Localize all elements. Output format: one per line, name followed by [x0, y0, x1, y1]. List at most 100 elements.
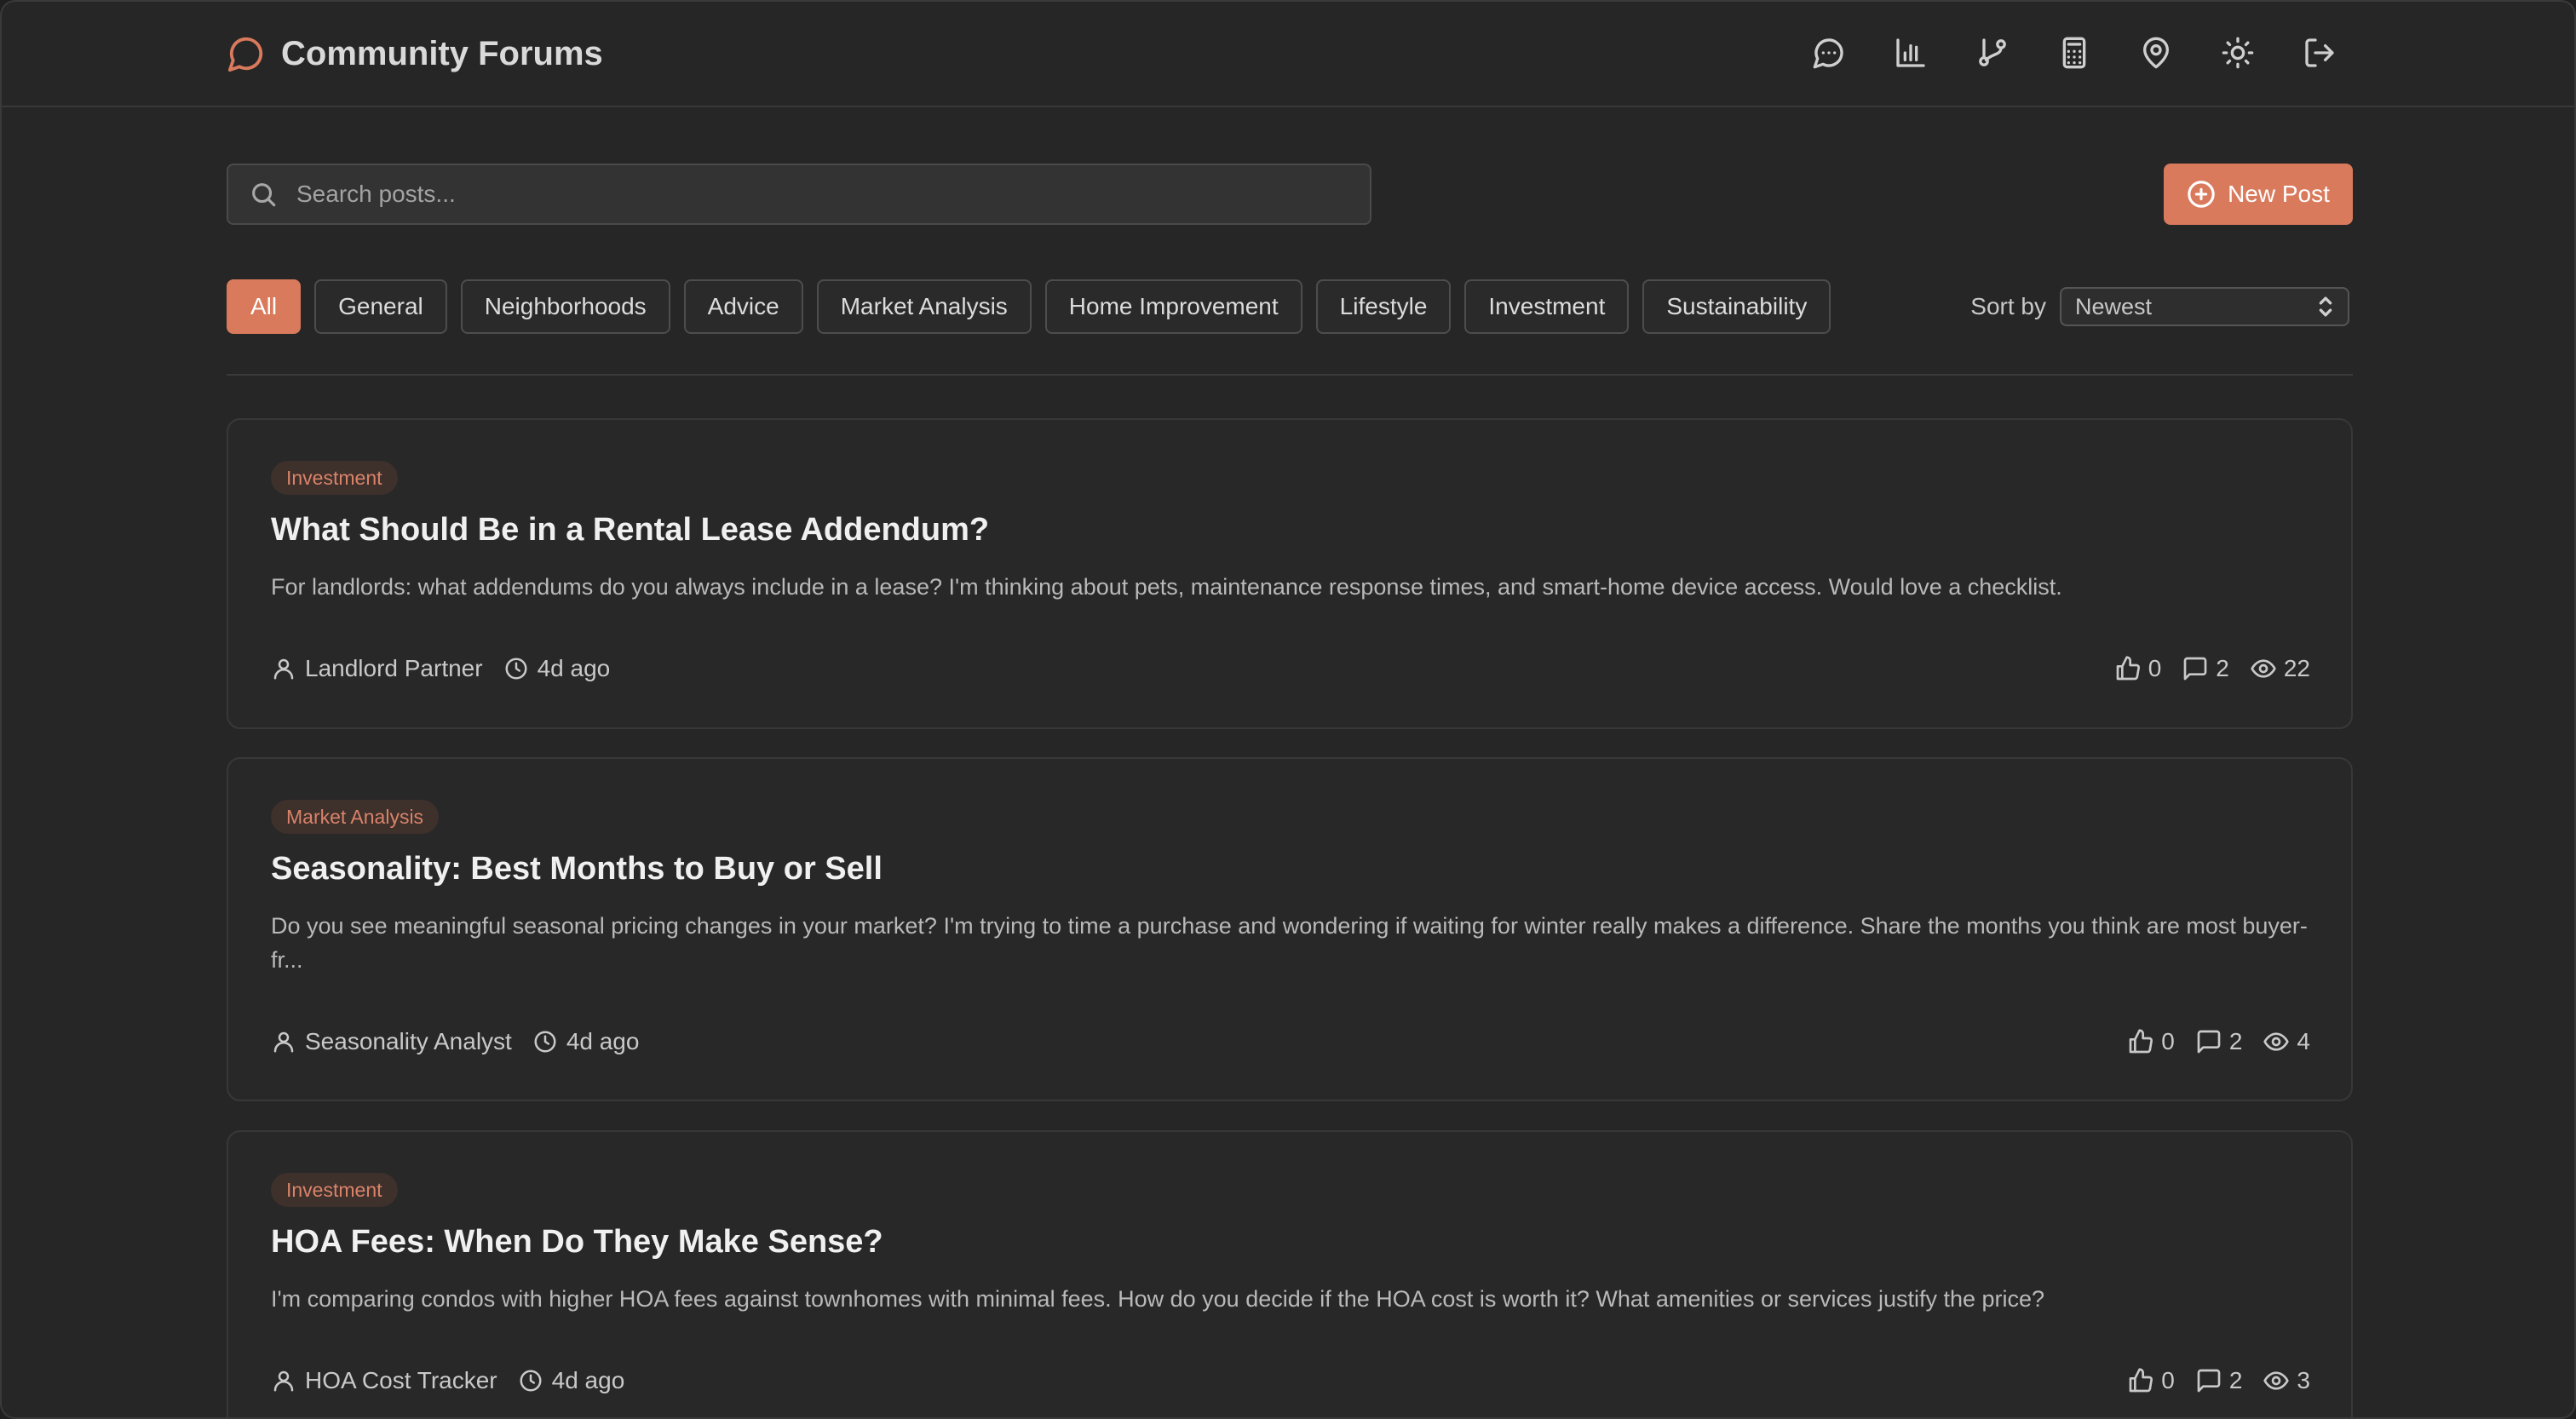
post-excerpt: Do you see meaningful seasonal pricing c…	[271, 913, 2308, 973]
author-name: HOA Cost Tracker	[305, 1367, 497, 1393]
user-icon	[273, 1370, 294, 1392]
like-count: 0	[2161, 1028, 2175, 1054]
filter-investment[interactable]: Investment	[1464, 279, 1630, 334]
app-window: Community Forums Search posts... New Pos…	[0, 0, 2576, 1419]
calculator-icon	[2062, 37, 2086, 69]
timestamp-text: 4d ago	[551, 1367, 625, 1393]
comment-icon	[2197, 1030, 2221, 1054]
sun-icon	[2222, 37, 2254, 69]
search-input[interactable]	[296, 181, 1370, 208]
sort-label: Sort by	[1970, 293, 2046, 319]
brand[interactable]: Community Forums	[227, 31, 603, 77]
view-count: 4	[2297, 1028, 2310, 1054]
like-count: 0	[2148, 655, 2162, 681]
plus-circle-icon	[2188, 181, 2215, 208]
logout-button[interactable]	[2297, 30, 2343, 76]
chat-icon	[1813, 38, 1843, 69]
filter-lifestyle[interactable]: Lifestyle	[1315, 279, 1452, 334]
post-card[interactable]: Investment HOA Fees: When Do They Make S…	[227, 1130, 2353, 1417]
chevron-up-down-icon	[2319, 296, 2332, 317]
filter-home-improvement[interactable]: Home Improvement	[1044, 279, 1302, 334]
author[interactable]: HOA Cost Tracker	[271, 1367, 497, 1394]
post-card[interactable]: Market Analysis Seasonality: Best Months…	[227, 757, 2353, 1101]
comments-button[interactable]: 2	[2182, 655, 2229, 682]
git-branch-icon	[1979, 38, 2006, 66]
post-meta: HOA Cost Tracker 4d ago	[271, 1364, 624, 1398]
post-stats: 0 2 4	[2127, 1025, 2310, 1059]
timestamp: 4d ago	[503, 655, 611, 682]
eye-icon	[2263, 1032, 2290, 1051]
clock-icon	[534, 1031, 556, 1053]
new-post-button[interactable]: New Post	[2164, 164, 2353, 225]
filter-market-analysis[interactable]: Market Analysis	[816, 279, 1032, 334]
nav-calculator-button[interactable]	[2051, 30, 2097, 76]
thumbs-up-icon	[2129, 1029, 2153, 1054]
author[interactable]: Landlord Partner	[271, 655, 483, 682]
eye-icon	[2251, 659, 2276, 678]
user-icon	[273, 1031, 294, 1053]
comments-button[interactable]: 2	[2195, 1367, 2243, 1394]
filter-all[interactable]: All	[227, 279, 302, 334]
post-stats: 0 2 22	[2114, 652, 2310, 686]
comment-icon	[2197, 1369, 2221, 1393]
clock-icon	[520, 1370, 542, 1392]
timestamp-text: 4d ago	[537, 655, 611, 681]
post-excerpt: For landlords: what addendums do you alw…	[271, 574, 2062, 600]
category-badge: Investment	[271, 461, 398, 495]
timestamp: 4d ago	[532, 1028, 640, 1055]
search-bar[interactable]	[227, 164, 1371, 225]
like-button[interactable]: 0	[2127, 1028, 2175, 1055]
theme-toggle-button[interactable]	[2215, 30, 2261, 76]
views: 3	[2263, 1367, 2310, 1394]
comment-count: 2	[2228, 1367, 2243, 1393]
map-pin-icon	[2143, 37, 2169, 69]
category-badge: Market Analysis	[271, 800, 440, 834]
author-name: Landlord Partner	[305, 655, 483, 681]
new-post-label: New Post	[2228, 181, 2330, 207]
divider	[227, 374, 2353, 376]
thumbs-up-icon	[2129, 1368, 2153, 1393]
chat-bubble-logo-icon	[227, 37, 263, 72]
filter-neighborhoods[interactable]: Neighborhoods	[460, 279, 670, 334]
views: 4	[2263, 1028, 2310, 1055]
sort-control: Sort by Newest	[1970, 286, 2349, 327]
comment-count: 2	[2216, 655, 2229, 681]
view-count: 3	[2297, 1367, 2310, 1393]
views: 22	[2250, 655, 2310, 682]
author-name: Seasonality Analyst	[305, 1028, 512, 1054]
sort-select[interactable]: Newest	[2060, 287, 2349, 326]
thumbs-up-icon	[2116, 656, 2140, 681]
post-stats: 0 2 3	[2127, 1364, 2310, 1398]
eye-icon	[2263, 1371, 2290, 1390]
timestamp-text: 4d ago	[566, 1028, 640, 1054]
nav-map-button[interactable]	[2133, 30, 2179, 76]
sort-selected-value: Newest	[2075, 293, 2153, 319]
post-title[interactable]: Seasonality: Best Months to Buy or Sell	[271, 851, 883, 888]
post-excerpt: I'm comparing condos with higher HOA fee…	[271, 1286, 2045, 1312]
post-card[interactable]: Investment What Should Be in a Rental Le…	[227, 418, 2353, 729]
comment-icon	[2183, 657, 2207, 681]
author[interactable]: Seasonality Analyst	[271, 1028, 512, 1055]
user-icon	[273, 658, 294, 680]
search-icon	[252, 183, 276, 207]
filter-sustainability[interactable]: Sustainability	[1642, 279, 1831, 334]
post-title[interactable]: HOA Fees: When Do They Make Sense?	[271, 1224, 883, 1261]
post-title[interactable]: What Should Be in a Rental Lease Addendu…	[271, 512, 989, 549]
filter-general[interactable]: General	[314, 279, 447, 334]
app-title: Community Forums	[281, 34, 603, 72]
nav-branch-button[interactable]	[1969, 30, 2015, 76]
filter-advice[interactable]: Advice	[683, 279, 803, 334]
nav-analytics-button[interactable]	[1888, 30, 1934, 76]
post-meta: Landlord Partner 4d ago	[271, 652, 610, 686]
nav-forums-button[interactable]	[1806, 30, 1852, 76]
view-count: 22	[2283, 655, 2310, 681]
like-button[interactable]: 0	[2127, 1367, 2175, 1394]
timestamp: 4d ago	[518, 1367, 625, 1394]
nav-icon-bar	[1806, 29, 2343, 77]
comments-button[interactable]: 2	[2195, 1028, 2242, 1055]
like-button[interactable]: 0	[2114, 655, 2162, 682]
logout-icon	[2305, 38, 2334, 67]
category-filters: All General Neighborhoods Advice Market …	[227, 279, 1831, 334]
clock-icon	[505, 658, 527, 680]
category-badge: Investment	[271, 1173, 398, 1207]
